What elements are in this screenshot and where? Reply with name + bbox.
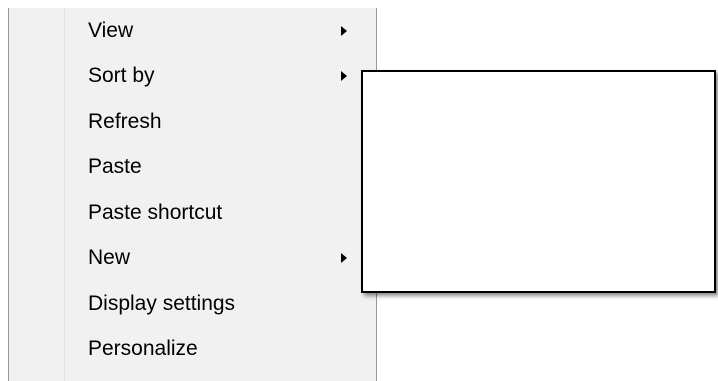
menu-item-view[interactable]: View xyxy=(9,8,376,54)
menu-items: View Sort by Refresh Paste Paste shortcu… xyxy=(9,8,376,372)
menu-item-sort-by[interactable]: Sort by xyxy=(9,54,376,100)
menu-item-label: Paste xyxy=(88,155,142,179)
menu-item-label: Display settings xyxy=(88,291,236,315)
desktop-background: View Sort by Refresh Paste Paste shortcu… xyxy=(0,0,718,381)
menu-item-label: Sort by xyxy=(88,64,155,88)
menu-item-label: View xyxy=(88,18,134,42)
menu-item-label: Paste shortcut xyxy=(88,200,223,224)
chevron-right-icon xyxy=(341,71,347,82)
sort-by-submenu[interactable] xyxy=(361,70,716,293)
chevron-right-icon xyxy=(341,25,347,36)
chevron-right-icon xyxy=(341,253,347,264)
menu-item-personalize[interactable]: Personalize xyxy=(9,327,376,373)
menu-item-paste-shortcut[interactable]: Paste shortcut xyxy=(9,190,376,236)
menu-item-paste[interactable]: Paste xyxy=(9,145,376,191)
menu-item-display-settings[interactable]: Display settings xyxy=(9,281,376,327)
menu-item-new[interactable]: New xyxy=(9,236,376,282)
menu-item-label: Personalize xyxy=(88,337,198,361)
desktop-context-menu: View Sort by Refresh Paste Paste shortcu… xyxy=(8,8,377,381)
menu-item-refresh[interactable]: Refresh xyxy=(9,99,376,145)
menu-item-label: New xyxy=(88,246,131,270)
menu-item-label: Refresh xyxy=(88,109,162,133)
